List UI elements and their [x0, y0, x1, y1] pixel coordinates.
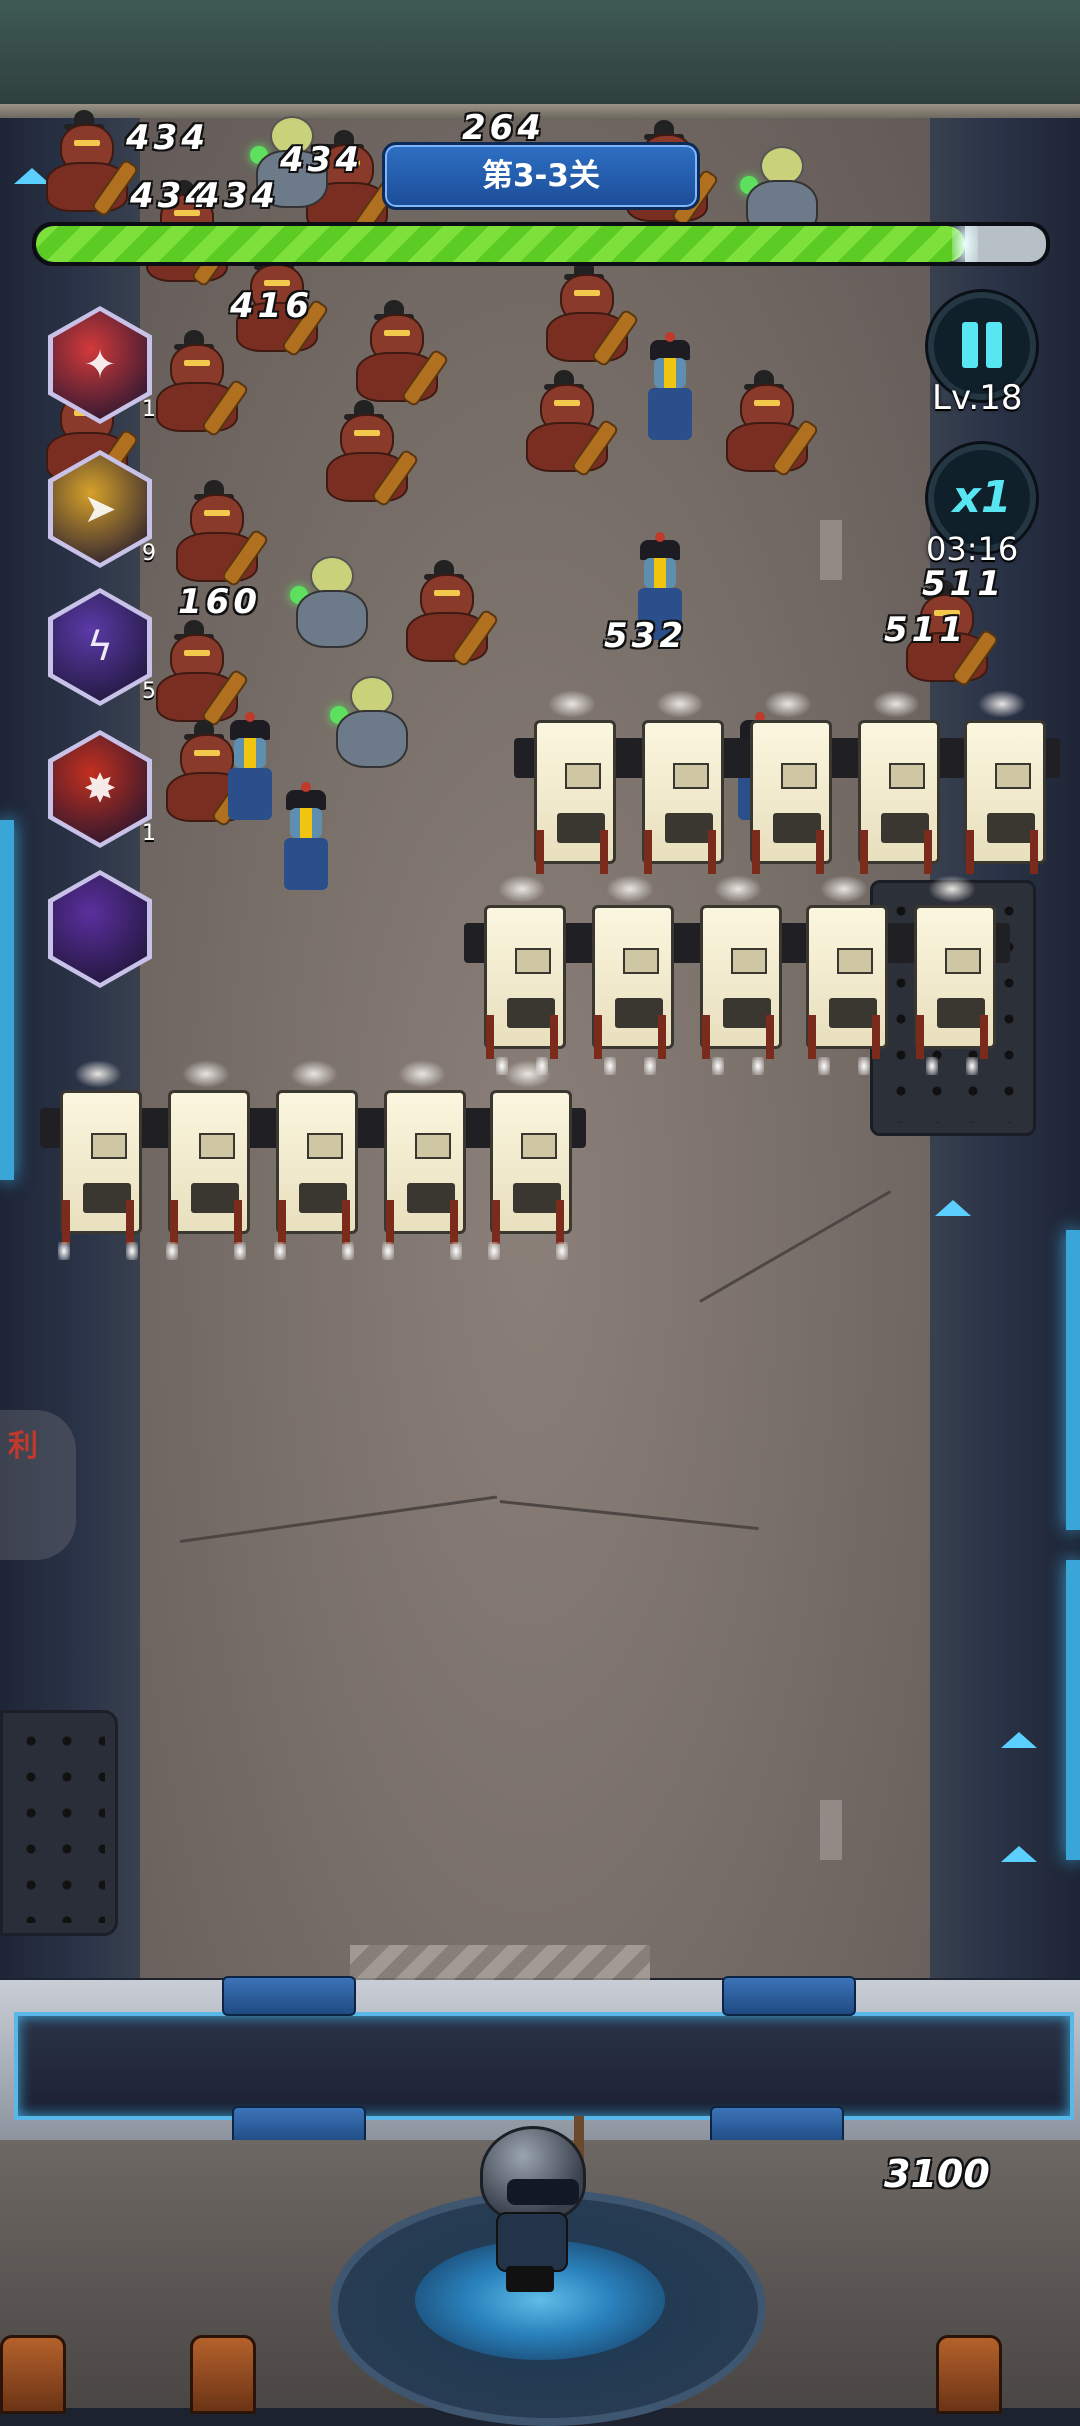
top-background [0, 0, 1080, 115]
damage-number: 532 [604, 616, 687, 656]
turret [148, 1060, 264, 1260]
brute-enemy [720, 370, 820, 480]
player-hero [470, 2116, 590, 2296]
turret [894, 875, 1010, 1075]
brute-enemy [40, 110, 140, 220]
left-wall-light [0, 820, 14, 1180]
damage-number: 511 [922, 564, 1005, 604]
score-counter: 3100 [884, 2152, 990, 2196]
jiangshi-enemy [640, 332, 700, 450]
side-reward-label: 利 [8, 1429, 38, 1464]
brute-enemy [150, 620, 250, 730]
brute-enemy [150, 330, 250, 440]
jiangshi-enemy [220, 712, 280, 830]
turret [680, 875, 796, 1075]
hazard-stripes [350, 1945, 650, 1980]
bollard [936, 2335, 1002, 2414]
damage-number: 511 [884, 610, 967, 650]
barrier-clamp [222, 1976, 356, 2016]
stage-title: 第3-3关 [382, 142, 700, 210]
right-wall-light [1066, 1560, 1080, 1860]
turret [256, 1060, 372, 1260]
brute-enemy [350, 300, 450, 410]
turret [364, 1060, 480, 1260]
wall-arrow-icon [1001, 1732, 1037, 1748]
damage-number: 434 [126, 118, 209, 158]
skill-slot[interactable]: ✸ 1 [48, 730, 156, 848]
game-scene: 434 434 434 434 264 416 160 532 511 511 [0, 0, 1080, 2426]
barrier-clamp [722, 1976, 856, 2016]
brute-enemy [540, 260, 640, 370]
right-wall-light [1066, 1230, 1080, 1530]
lane-marking [820, 520, 842, 580]
skill-slot[interactable] [48, 870, 152, 988]
bollard [0, 2335, 66, 2414]
turret [470, 1060, 586, 1260]
skill-charge-count: 1 [142, 397, 156, 422]
turret [514, 690, 630, 880]
turret [572, 875, 688, 1075]
purple-lightning-skill-icon: ϟ [86, 624, 114, 670]
wave-progress-bar [32, 222, 1050, 266]
damage-number: 416 [230, 286, 313, 326]
fire-slash-skill-icon: ✸ [83, 766, 117, 812]
mutant-enemy [290, 550, 370, 650]
turret [730, 690, 846, 880]
wall-arrow-icon [1001, 1846, 1037, 1862]
lane-marking [820, 1800, 842, 1860]
player-level: Lv.18 [932, 378, 1023, 418]
stage-timer: 03:16 [926, 530, 1019, 568]
brute-enemy [400, 560, 500, 670]
skill-slot[interactable]: ϟ5 [48, 588, 156, 706]
turret [622, 690, 738, 880]
turret [838, 690, 954, 880]
damage-number: 160 [178, 582, 261, 622]
pause-icon [986, 322, 1002, 368]
brute-enemy [520, 370, 620, 480]
bollard [190, 2335, 256, 2414]
brute-enemy [320, 400, 420, 510]
gold-boot-skill-icon: ➤ [83, 486, 117, 532]
turret [464, 875, 580, 1075]
brute-enemy [170, 480, 270, 590]
skill-charge-count: 9 [142, 541, 156, 566]
wall-arrow-icon [935, 1200, 971, 1216]
damage-number: 434 [280, 140, 363, 180]
turret [786, 875, 902, 1075]
jiangshi-enemy [276, 782, 336, 900]
wave-progress-fill [36, 226, 966, 262]
empty-skill-slot-icon [48, 870, 152, 988]
pause-icon [962, 322, 978, 368]
turret [944, 690, 1060, 880]
mutant-enemy [330, 670, 410, 770]
side-reward-tab[interactable]: 利 [0, 1410, 76, 1560]
laser-skill-icon: ✦ [83, 342, 117, 388]
turret [40, 1060, 156, 1260]
skill-slot[interactable]: ➤ 9 [48, 450, 156, 568]
skill-charge-count: 1 [142, 821, 156, 846]
skill-charge-count: 5 [142, 679, 156, 704]
damage-number: 434 [196, 176, 279, 216]
barrier-energy-screen [14, 2012, 1074, 2120]
progress-spark-icon [952, 226, 979, 262]
skill-slot[interactable]: ✦ 1 [48, 306, 156, 424]
floor-vent-panel [0, 1710, 118, 1936]
